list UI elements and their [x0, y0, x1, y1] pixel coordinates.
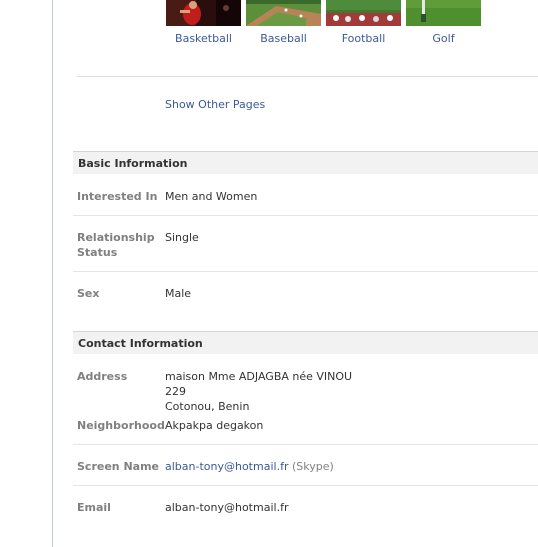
basic-information-heading: Basic Information: [73, 151, 538, 174]
email-value[interactable]: alban-tony@hotmail.fr: [165, 500, 288, 515]
left-column-border: [52, 0, 53, 547]
address-line3: Cotonou, Benin: [165, 400, 250, 413]
interested-in-label: Interested In: [77, 190, 158, 203]
row-divider: [73, 271, 538, 272]
address-line1: maison Mme ADJAGBA née VINOU: [165, 370, 353, 383]
address-line2: 229: [165, 385, 186, 398]
golf-link[interactable]: Golf: [406, 32, 481, 45]
relationship-label-line2: Status: [77, 246, 118, 259]
interested-in-value: Men and Women: [165, 190, 258, 203]
baseball-thumbnail[interactable]: [246, 0, 321, 26]
football-thumbnail[interactable]: [326, 0, 401, 26]
sex-label: Sex: [77, 287, 100, 300]
screen-name-service: (Skype): [291, 460, 334, 473]
row-divider: [73, 444, 538, 445]
row-divider: [73, 215, 538, 216]
relationship-status-value: Single: [165, 231, 199, 244]
screen-name-link[interactable]: alban-tony@hotmail.fr: [165, 460, 288, 473]
screen-name-value: alban-tony@hotmail.fr (Skype): [165, 459, 334, 474]
address-value: maison Mme ADJAGBA née VINOU 229 Cotonou…: [165, 369, 352, 414]
address-label: Address: [77, 370, 128, 383]
neighborhood-label: Neighborhood: [77, 419, 165, 432]
row-divider: [73, 485, 538, 486]
pages-divider: [77, 76, 538, 77]
email-label: Email: [77, 501, 111, 514]
football-link[interactable]: Football: [326, 32, 401, 45]
screen-name-label: Screen Name: [77, 460, 160, 473]
contact-information-heading: Contact Information: [73, 331, 538, 354]
basketball-thumbnail[interactable]: [166, 0, 241, 26]
sex-value: Male: [165, 287, 192, 300]
neighborhood-value: Akpakpa degakon: [165, 419, 264, 432]
golf-thumbnail[interactable]: [406, 0, 481, 26]
show-other-pages-link[interactable]: Show Other Pages: [165, 98, 265, 111]
baseball-link[interactable]: Baseball: [246, 32, 321, 45]
basketball-link[interactable]: Basketball: [166, 32, 241, 45]
relationship-label-line1: Relationship: [77, 231, 155, 244]
relationship-status-label: Relationship Status: [77, 230, 159, 260]
